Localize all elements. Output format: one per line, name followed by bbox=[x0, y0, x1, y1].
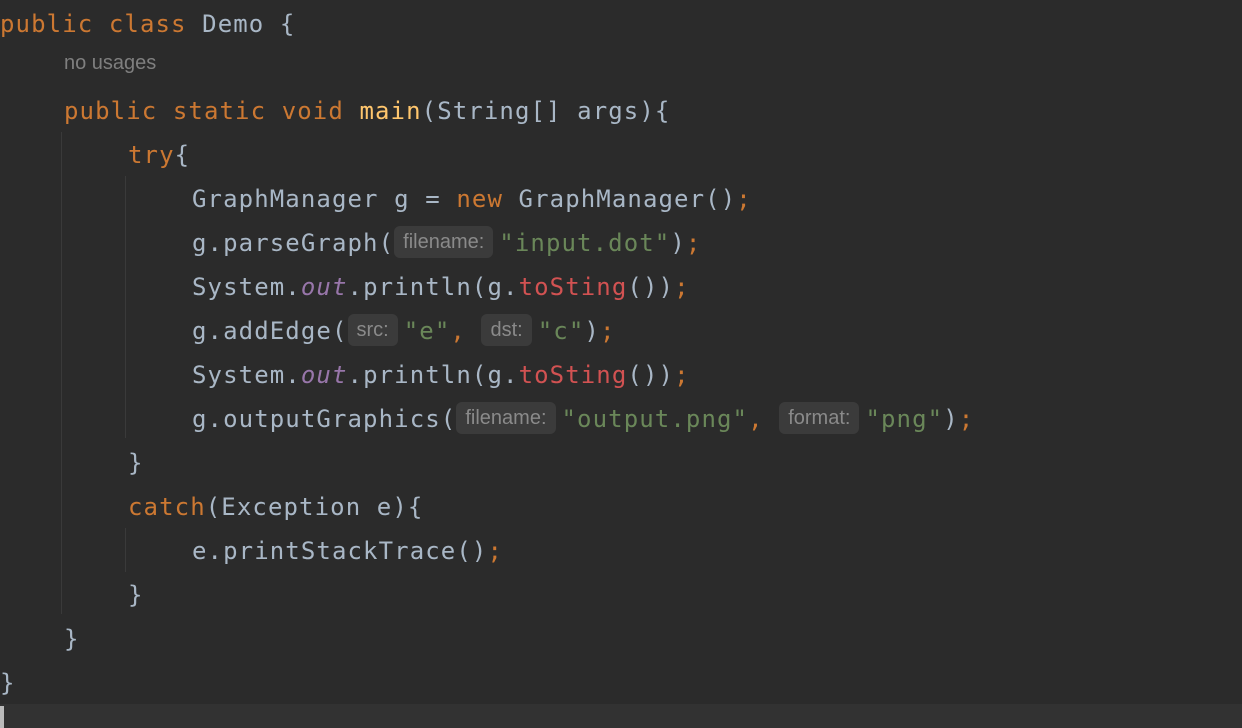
parameter-hint: dst: bbox=[481, 314, 532, 346]
unresolved-symbol[interactable]: toSting bbox=[519, 361, 628, 389]
code-line[interactable]: g.outputGraphics(filename: "output.png", … bbox=[192, 397, 974, 441]
usages-inlay-hint[interactable]: no usages bbox=[64, 52, 156, 75]
text-caret bbox=[0, 706, 4, 728]
code-line[interactable]: e.printStackTrace(); bbox=[192, 529, 503, 573]
code-line-close-catch[interactable]: } bbox=[128, 573, 144, 617]
code-line-close-main[interactable]: } bbox=[64, 617, 80, 661]
current-line-highlight[interactable] bbox=[0, 704, 1242, 728]
parameter-hint: format: bbox=[779, 402, 860, 434]
code-line-close-class[interactable]: } bbox=[0, 661, 16, 705]
parameter-hint: src: bbox=[347, 314, 398, 346]
code-line-main-decl[interactable]: public static void main(String[] args){ bbox=[64, 89, 670, 133]
code-line-class-decl[interactable]: public class Demo { bbox=[0, 2, 295, 46]
code-editor[interactable]: public class Demo { no usages public sta… bbox=[0, 0, 1242, 704]
parameter-hint: filename: bbox=[456, 402, 556, 434]
parameter-hint: filename: bbox=[394, 226, 494, 258]
code-line[interactable]: g.addEdge(src: "e", dst: "c"); bbox=[192, 309, 616, 353]
code-line-close-try[interactable]: } bbox=[128, 441, 144, 485]
code-line[interactable]: System.out.println(g.toSting()); bbox=[192, 265, 690, 309]
unresolved-symbol[interactable]: toSting bbox=[519, 273, 628, 301]
code-line-try[interactable]: try{ bbox=[128, 133, 190, 177]
code-line[interactable]: GraphManager g = new GraphManager(); bbox=[192, 177, 752, 221]
indent-guide bbox=[125, 528, 126, 572]
indent-guide bbox=[61, 132, 62, 614]
indent-guide bbox=[125, 176, 126, 438]
code-line[interactable]: System.out.println(g.toSting()); bbox=[192, 353, 690, 397]
code-line[interactable]: g.parseGraph(filename: "input.dot"); bbox=[192, 221, 701, 265]
code-line-catch[interactable]: catch(Exception e){ bbox=[128, 485, 423, 529]
